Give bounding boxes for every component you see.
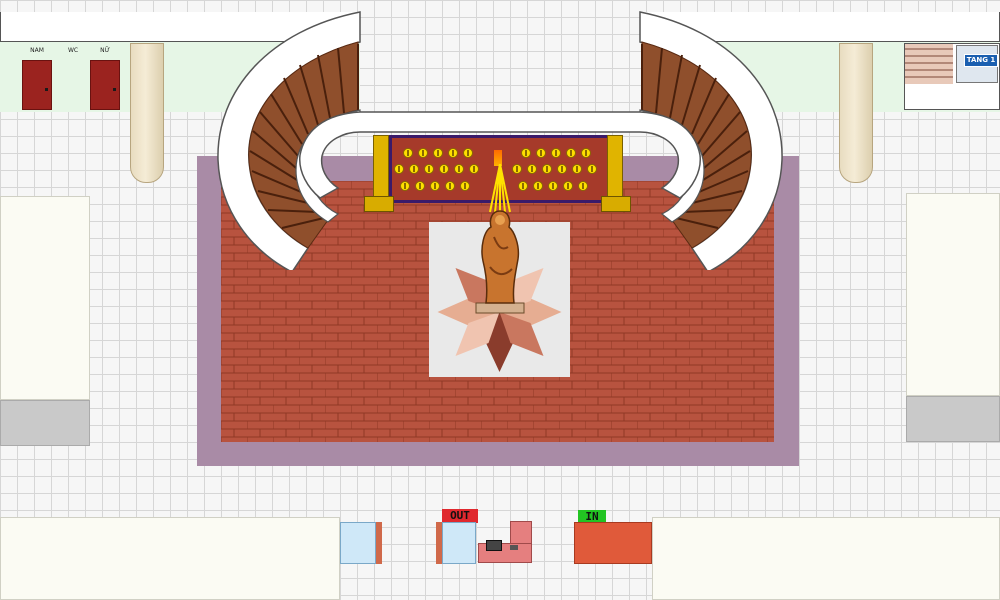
room-east (906, 193, 1000, 396)
mezzanine-railing (299, 111, 701, 199)
door-men[interactable] (22, 60, 52, 110)
in-counter[interactable] (574, 522, 652, 564)
out-sign: OUT (442, 509, 478, 523)
stairwell-steps (905, 44, 953, 84)
pillar-left (130, 43, 164, 183)
floor-sign: TANG 1 (964, 54, 998, 67)
bottom-room-right (652, 517, 1000, 600)
reception-desk[interactable] (478, 521, 534, 563)
bottom-room-left (0, 517, 340, 600)
computer-icon[interactable] (486, 540, 502, 551)
gate-left-post (376, 522, 382, 564)
gate-out-panel[interactable] (442, 522, 476, 564)
room-west (0, 196, 90, 400)
door-women[interactable] (90, 60, 120, 110)
room-west-counter (0, 400, 90, 446)
gate-left-panel[interactable] (340, 522, 376, 564)
room-east-counter (906, 396, 1000, 442)
door-knob-icon (113, 88, 116, 91)
sign-men: NAM (30, 47, 44, 54)
game-stage: NAM WC NỮ TANG 1 OUT IN (0, 0, 1000, 600)
door-knob-icon (45, 88, 48, 91)
sign-women: NỮ (100, 47, 110, 54)
pillar-right (839, 43, 873, 183)
phone-icon (510, 545, 518, 550)
sign-wc: WC (67, 47, 79, 54)
statue-icon[interactable] (474, 207, 526, 315)
